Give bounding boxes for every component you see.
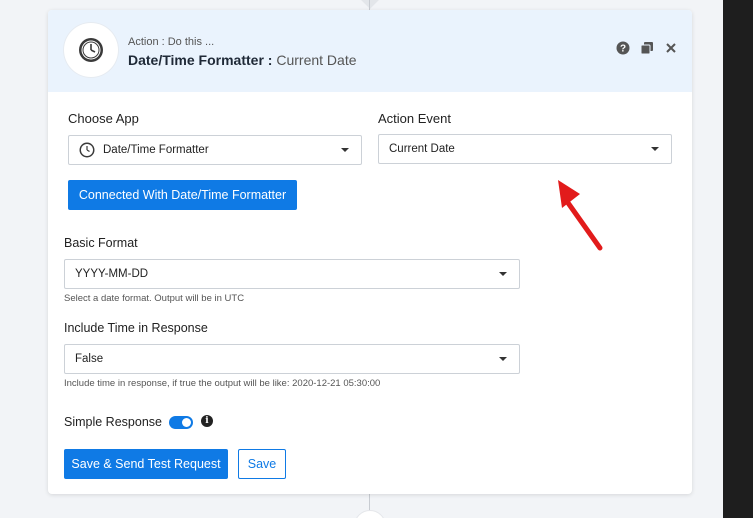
chevron-down-icon — [499, 357, 507, 361]
close-icon[interactable] — [664, 41, 678, 55]
action-title-event: Current Date — [276, 52, 357, 68]
include-time-label: Include Time in Response — [64, 321, 208, 335]
clock-icon — [79, 142, 95, 158]
info-icon[interactable]: i — [201, 415, 213, 427]
action-title: Date/Time Formatter : Current Date — [128, 52, 357, 68]
chevron-down-icon — [341, 148, 349, 152]
svg-text:?: ? — [620, 44, 626, 55]
add-step-button[interactable] — [354, 510, 386, 518]
toggle-knob — [182, 418, 191, 427]
save-button[interactable]: Save — [238, 449, 286, 479]
connector-top-line — [369, 0, 370, 10]
choose-app-value: Date/Time Formatter — [103, 144, 209, 156]
annotation-arrow-icon — [558, 180, 603, 251]
save-send-test-button[interactable]: Save & Send Test Request — [64, 449, 228, 479]
connected-button[interactable]: Connected With Date/Time Formatter — [68, 180, 297, 210]
action-title-app: Date/Time Formatter : — [128, 52, 273, 68]
basic-format-select[interactable]: YYYY-MM-DD — [64, 259, 520, 289]
header-actions: ? — [616, 41, 678, 55]
action-label: Action : Do this ... — [128, 36, 215, 48]
action-event-select[interactable]: Current Date — [378, 134, 672, 164]
action-event-value: Current Date — [389, 143, 455, 155]
connector-top-node — [360, 0, 380, 9]
basic-format-label: Basic Format — [64, 236, 138, 250]
simple-response-label: Simple Response — [64, 415, 162, 429]
choose-app-select[interactable]: Date/Time Formatter — [68, 135, 362, 165]
copy-icon[interactable] — [640, 41, 654, 55]
include-time-hint: Include time in response, if true the ou… — [64, 378, 381, 389]
chevron-down-icon — [499, 272, 507, 276]
action-event-label: Action Event — [378, 111, 451, 126]
basic-format-value: YYYY-MM-DD — [75, 268, 149, 280]
basic-format-hint: Select a date format. Output will be in … — [64, 293, 245, 304]
include-time-select[interactable]: False — [64, 344, 520, 374]
clock-icon — [79, 38, 103, 62]
choose-app-label: Choose App — [68, 111, 139, 126]
include-time-value: False — [75, 353, 104, 365]
chevron-down-icon — [651, 147, 659, 151]
card-header: Action : Do this ... Date/Time Formatter… — [48, 10, 692, 92]
app-logo — [64, 23, 118, 77]
window-edge — [723, 0, 753, 518]
simple-response-toggle[interactable] — [169, 416, 193, 429]
help-icon[interactable]: ? — [616, 41, 630, 55]
